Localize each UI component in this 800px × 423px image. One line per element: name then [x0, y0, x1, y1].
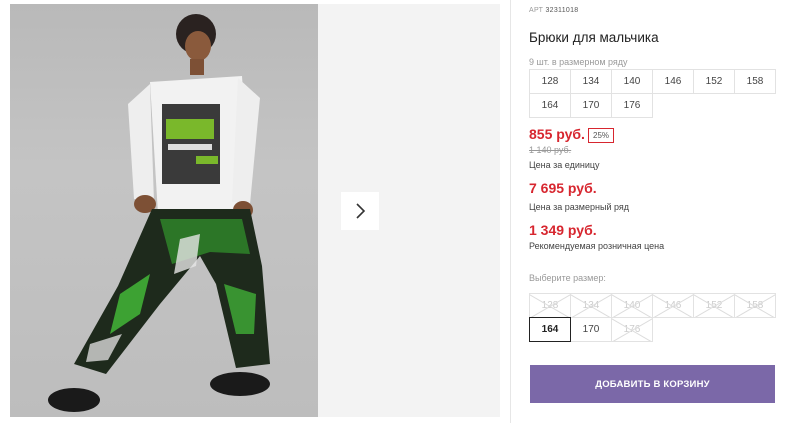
- chevron-right-icon: [356, 203, 366, 219]
- pack-size-grid: 128 134 140 146 152 158 164 170 176: [529, 69, 776, 118]
- pack-size-cell: 158: [734, 69, 776, 94]
- discount-badge: 25%: [588, 128, 615, 143]
- size-selector-grid: 128 134 140 146 152 158 164 170 176: [529, 293, 776, 342]
- gallery-next-button[interactable]: [341, 192, 379, 230]
- product-title: Брюки для мальчика: [529, 30, 659, 45]
- pack-size-cell: 170: [570, 93, 612, 118]
- pack-size-cell: 176: [611, 93, 653, 118]
- pack-size-cell: 164: [529, 93, 571, 118]
- retail-price-label: Рекомендуемая розничная цена: [529, 241, 665, 251]
- size-option-146: 146: [652, 293, 694, 318]
- sku-label: АРТ: [529, 7, 544, 14]
- size-option-158: 158: [734, 293, 776, 318]
- pack-size-cell: 134: [570, 69, 612, 94]
- size-option-170[interactable]: 170: [570, 317, 612, 342]
- pack-size-cell: 146: [652, 69, 694, 94]
- pack-price: 7 695 руб.: [529, 180, 597, 196]
- unit-price: 855 руб.: [529, 126, 585, 142]
- pack-note: 9 шт. в размерном ряду: [529, 57, 628, 67]
- size-option-176: 176: [611, 317, 653, 342]
- panel-divider: [510, 0, 511, 423]
- pack-size-cell: 152: [693, 69, 735, 94]
- retail-price: 1 349 руб.: [529, 222, 597, 238]
- size-option-140: 140: [611, 293, 653, 318]
- size-option-164[interactable]: 164: [529, 317, 571, 342]
- pack-size-cell: 128: [529, 69, 571, 94]
- add-to-cart-button[interactable]: ДОБАВИТЬ В КОРЗИНУ: [530, 365, 775, 403]
- size-option-128: 128: [529, 293, 571, 318]
- pack-price-label: Цена за размерный ряд: [529, 202, 630, 212]
- sku-value: 32311018: [545, 7, 579, 14]
- unit-price-label: Цена за единицу: [529, 160, 600, 170]
- sku: АРТ 32311018: [529, 7, 578, 14]
- size-select-label: Выберите размер:: [529, 273, 606, 283]
- old-price: 1 140 руб.: [529, 145, 572, 155]
- product-photo-illustration: [48, 14, 270, 412]
- product-gallery: [0, 0, 510, 423]
- pack-size-cell: 140: [611, 69, 653, 94]
- size-option-152: 152: [693, 293, 735, 318]
- size-option-134: 134: [570, 293, 612, 318]
- product-photo[interactable]: [10, 4, 318, 417]
